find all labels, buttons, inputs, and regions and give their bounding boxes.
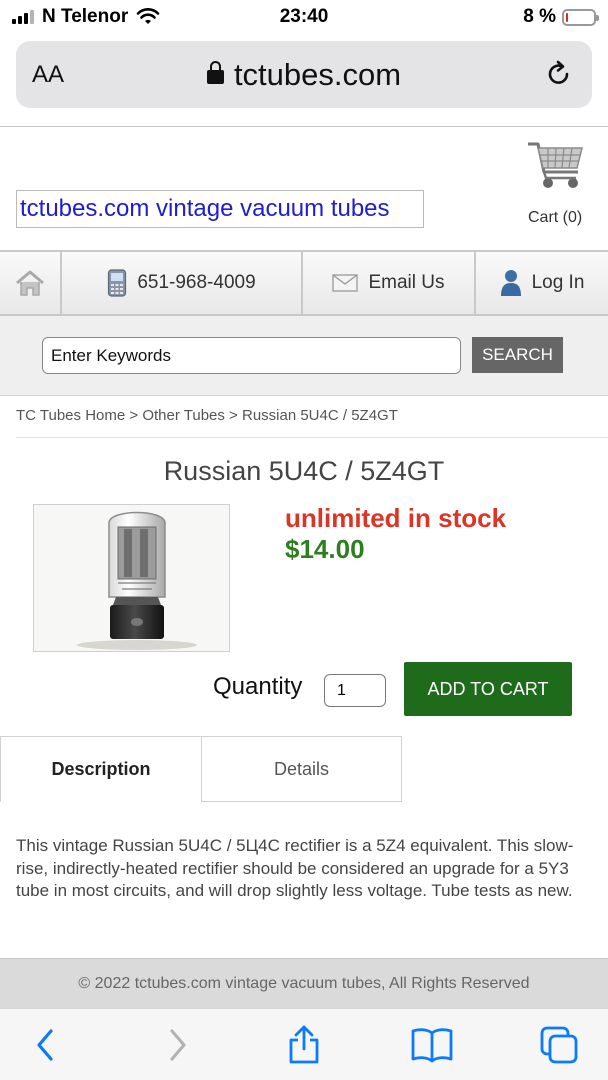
chevron-right-icon (170, 1029, 186, 1061)
share-icon (289, 1025, 319, 1064)
product-tabs: Description Details (0, 736, 608, 802)
lock-icon (206, 61, 224, 84)
reload-icon[interactable] (544, 59, 574, 89)
breadcrumb-current[interactable]: Russian 5U4C / 5Z4GT (242, 407, 398, 424)
divider (16, 437, 608, 438)
footer-copyright: © 2022 tctubes.com vintage vacuum tubes,… (0, 958, 608, 1008)
product-price: $14.00 (285, 534, 365, 564)
share-button[interactable] (282, 1023, 326, 1067)
vacuum-tube-illustration (34, 505, 229, 651)
search-button[interactable]: SEARCH (472, 337, 563, 373)
nav-bar: 651-968-4009 Email Us Log In (0, 250, 608, 316)
user-icon (500, 270, 521, 296)
battery-icon (562, 8, 599, 26)
nav-email-link[interactable]: Email Us (303, 252, 476, 314)
nav-login-link[interactable]: Log In (476, 252, 608, 314)
battery-percent: 8 % (523, 6, 556, 27)
breadcrumb-separator: > (229, 407, 242, 424)
chevron-left-icon (37, 1029, 53, 1061)
nav-home-button[interactable] (0, 252, 62, 314)
phone-icon (108, 269, 127, 297)
quantity-input[interactable] (324, 674, 386, 707)
envelope-icon (332, 274, 359, 292)
shopping-cart-icon[interactable] (526, 140, 586, 192)
product-image[interactable] (33, 504, 230, 652)
tabs-icon (540, 1026, 578, 1064)
status-bar: N Telenor 23:40 8 % (0, 0, 608, 34)
breadcrumb-home[interactable]: TC Tubes Home (16, 407, 125, 424)
search-input[interactable] (42, 337, 461, 374)
book-icon (411, 1028, 453, 1063)
nav-phone-link[interactable]: 651-968-4009 (62, 252, 303, 314)
back-button[interactable] (24, 1023, 68, 1067)
breadcrumb: TC Tubes Home > Other Tubes > Russian 5U… (16, 407, 398, 424)
breadcrumb-separator: > (129, 407, 143, 424)
url-text: tctubes.com (233, 57, 402, 92)
stock-status: unlimited in stock (285, 503, 507, 533)
breadcrumb-category[interactable]: Other Tubes (142, 407, 225, 424)
nav-login-label: Log In (531, 272, 585, 293)
bookmarks-button[interactable] (410, 1023, 454, 1067)
browser-toolbar (0, 1008, 608, 1080)
search-bar: SEARCH (0, 316, 608, 396)
site-logo-link[interactable]: tctubes.com vintage vacuum tubes (16, 190, 424, 228)
nav-phone-label: 651-968-4009 (137, 272, 256, 293)
url-display[interactable]: tctubes.com (16, 57, 592, 93)
cart-link[interactable]: Cart (0) (528, 209, 582, 227)
forward-button[interactable] (155, 1023, 199, 1067)
add-to-cart-button[interactable]: ADD TO CART (404, 662, 572, 716)
home-icon (16, 270, 44, 296)
tab-details[interactable]: Details (201, 736, 402, 802)
quantity-label: Quantity (213, 673, 303, 700)
tabs-button[interactable] (537, 1023, 581, 1067)
divider (0, 126, 608, 127)
clock: 23:40 (279, 6, 329, 27)
address-bar[interactable]: AA tctubes.com (16, 41, 592, 108)
product-title: Russian 5U4C / 5Z4GT (163, 456, 445, 486)
product-description: This vintage Russian 5U4C / 5Ц4С rectifi… (16, 836, 574, 900)
tab-description[interactable]: Description (0, 736, 202, 802)
nav-email-label: Email Us (368, 272, 445, 293)
